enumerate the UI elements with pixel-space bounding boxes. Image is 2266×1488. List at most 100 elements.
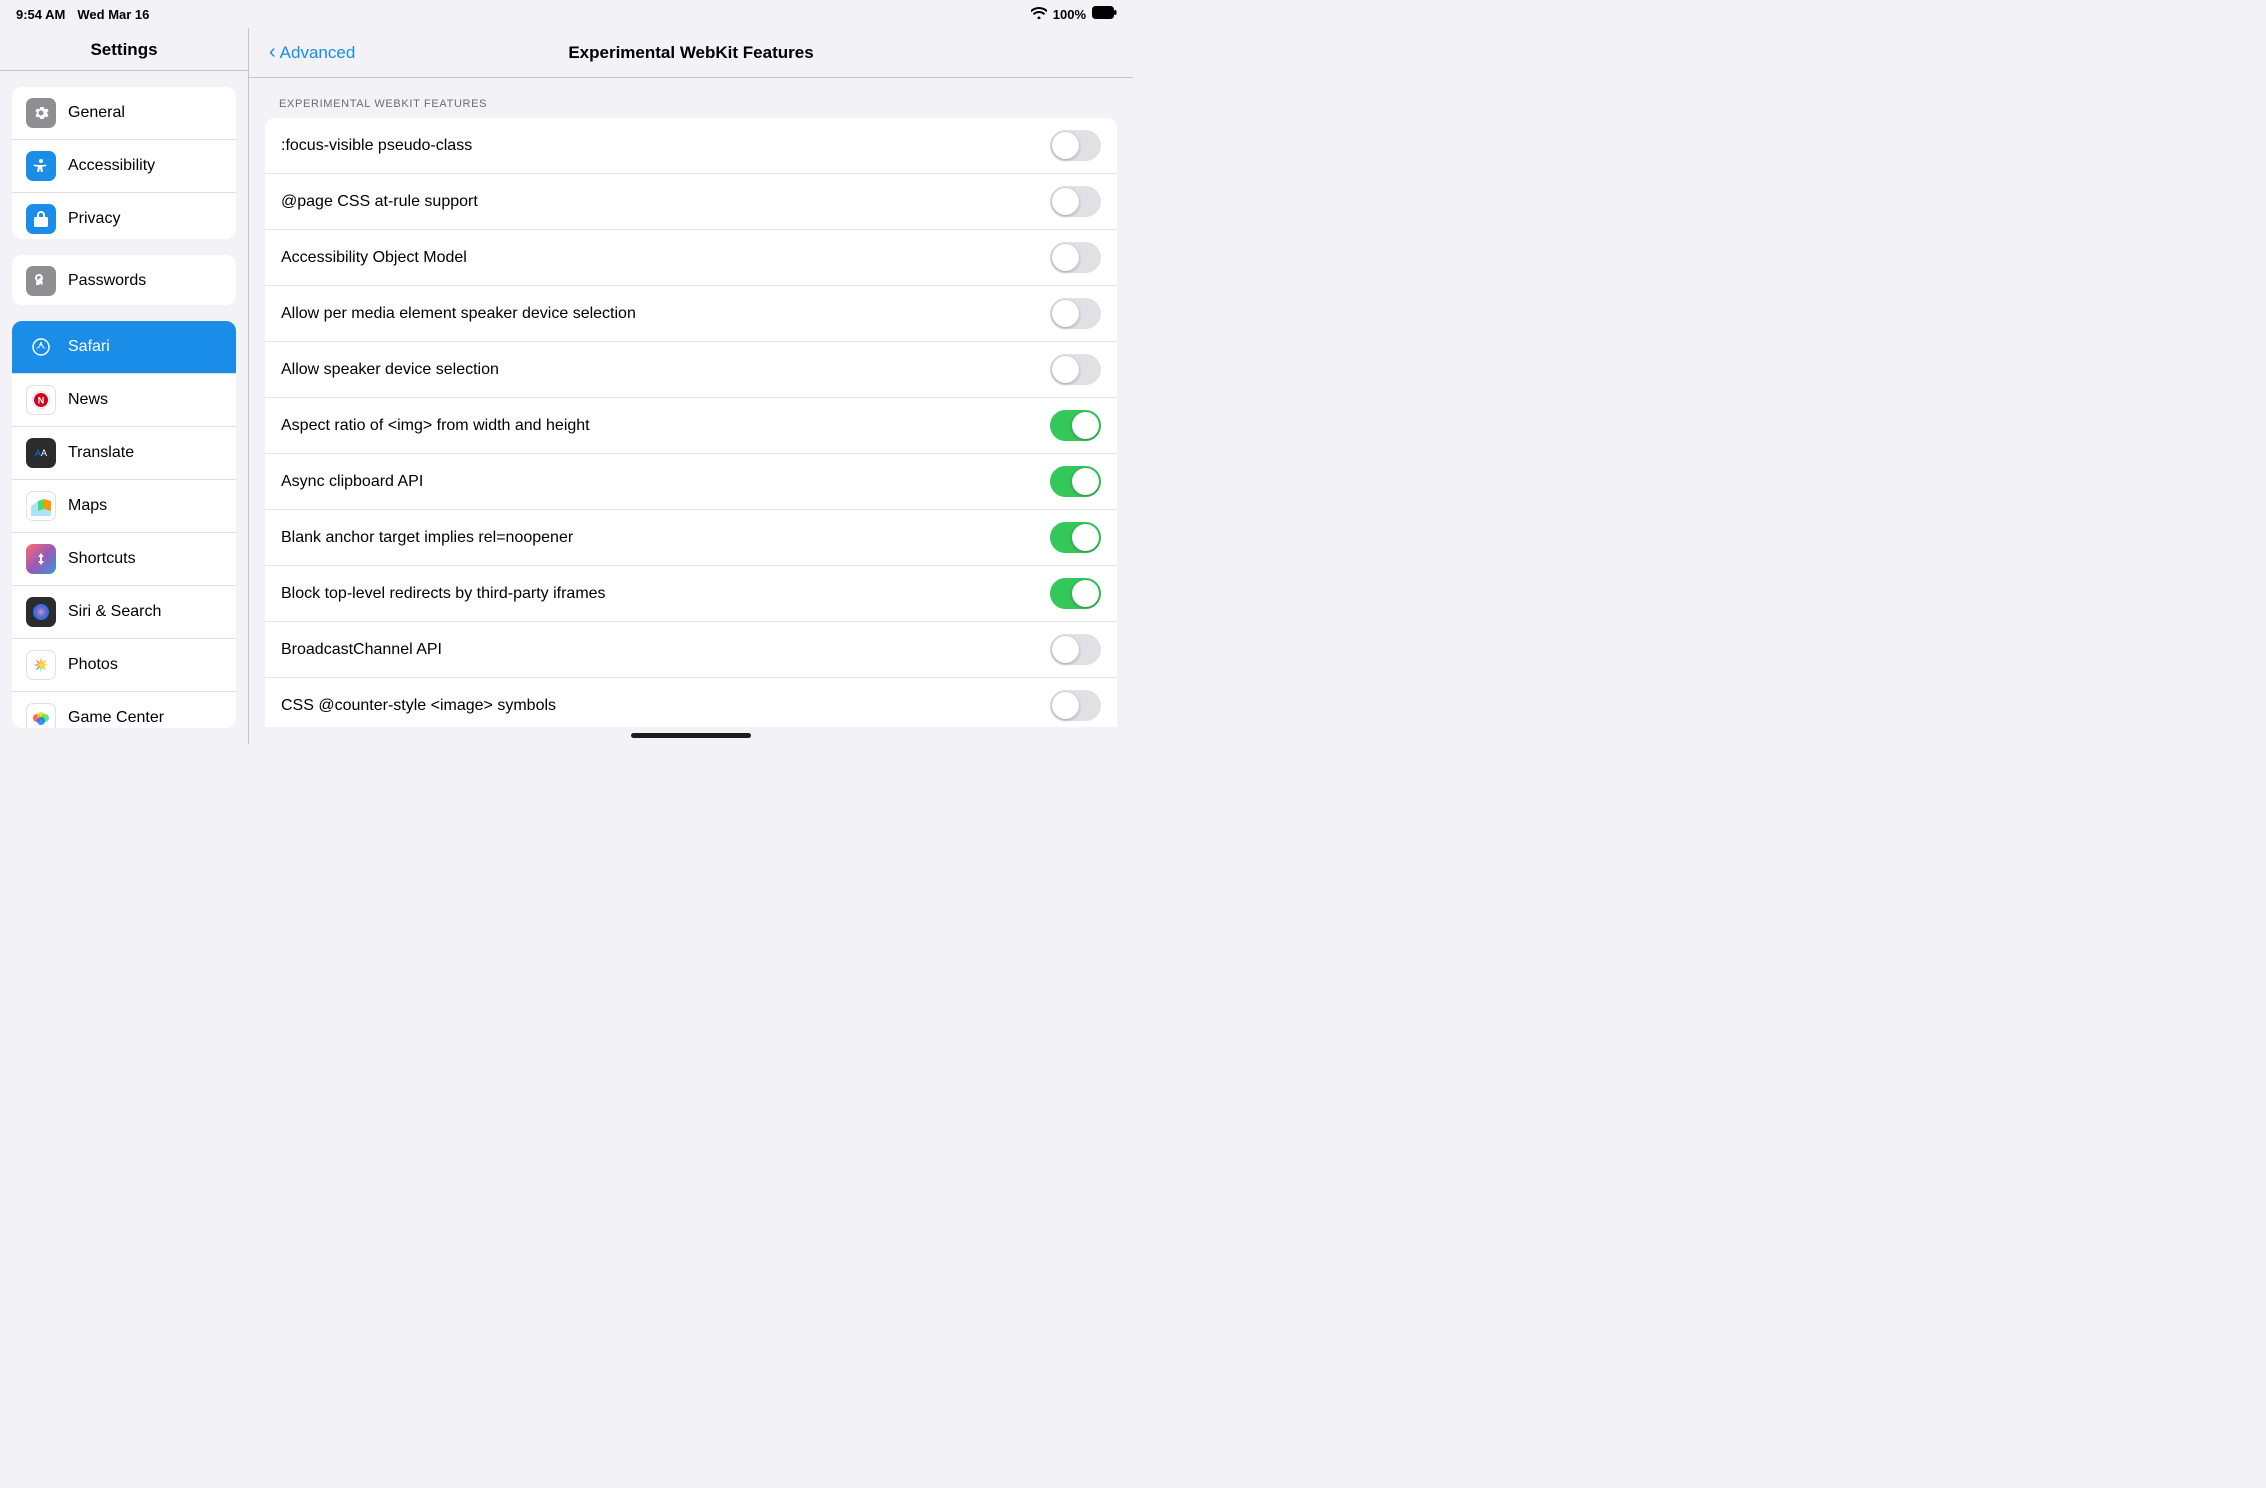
toggle-thumb-aspect-ratio-img	[1072, 412, 1099, 439]
toggle-allow-speaker[interactable]	[1050, 354, 1101, 385]
sidebar-item-shortcuts[interactable]: Shortcuts	[12, 533, 236, 586]
toggle-thumb-block-top-level	[1072, 580, 1099, 607]
sidebar-item-siri[interactable]: Siri & Search	[12, 586, 236, 639]
toggle-css-counter-image[interactable]	[1050, 690, 1101, 721]
photos-label: Photos	[68, 656, 118, 674]
shortcuts-label: Shortcuts	[68, 550, 136, 568]
status-date: Wed Mar 16	[77, 7, 149, 22]
right-content: EXPERIMENTAL WEBKIT FEATURES :focus-visi…	[249, 78, 1133, 727]
sidebar-item-news[interactable]: N News	[12, 374, 236, 427]
general-label: General	[68, 104, 125, 122]
feature-row-css-counter-image: CSS @counter-style <image> symbols	[265, 678, 1117, 727]
feature-label-focus-visible: :focus-visible pseudo-class	[281, 137, 472, 155]
sidebar-item-gamecenter[interactable]: Game Center	[12, 692, 236, 728]
home-indicator	[631, 733, 751, 738]
maps-icon	[26, 491, 56, 521]
feature-row-focus-visible: :focus-visible pseudo-class	[265, 118, 1117, 174]
news-label: News	[68, 391, 108, 409]
sidebar-item-translate[interactable]: A A Translate	[12, 427, 236, 480]
features-group: :focus-visible pseudo-class @page CSS at-…	[265, 118, 1117, 727]
feature-row-block-top-level: Block top-level redirects by third-party…	[265, 566, 1117, 622]
toggle-thumb-async-clipboard	[1072, 468, 1099, 495]
maps-label: Maps	[68, 497, 107, 515]
toggle-focus-visible[interactable]	[1050, 130, 1101, 161]
toggle-blank-anchor[interactable]	[1050, 522, 1101, 553]
passwords-label: Passwords	[68, 272, 146, 290]
photos-icon	[26, 650, 56, 680]
feature-row-broadcast-channel: BroadcastChannel API	[265, 622, 1117, 678]
sidebar-item-accessibility[interactable]: Accessibility	[12, 140, 236, 193]
sidebar-item-photos[interactable]: Photos	[12, 639, 236, 692]
section-header: EXPERIMENTAL WEBKIT FEATURES	[265, 98, 1117, 118]
toggle-page-css[interactable]	[1050, 186, 1101, 217]
translate-label: Translate	[68, 444, 134, 462]
privacy-label: Privacy	[68, 210, 120, 228]
feature-label-block-top-level: Block top-level redirects by third-party…	[281, 585, 606, 603]
privacy-icon	[26, 204, 56, 234]
general-icon	[26, 98, 56, 128]
toggle-async-clipboard[interactable]	[1050, 466, 1101, 497]
translate-icon: A A	[26, 438, 56, 468]
settings-group-1: General Accessibility	[12, 87, 236, 239]
right-panel-title: Experimental WebKit Features	[568, 43, 813, 63]
siri-icon	[26, 597, 56, 627]
battery-icon	[1092, 6, 1117, 22]
left-panel: Settings General	[0, 28, 249, 744]
shortcuts-icon	[26, 544, 56, 574]
back-chevron-icon: ‹	[269, 41, 276, 64]
toggle-accessibility-object-model[interactable]	[1050, 242, 1101, 273]
safari-icon	[26, 332, 56, 362]
toggle-broadcast-channel[interactable]	[1050, 634, 1101, 665]
wifi-icon	[1031, 7, 1047, 22]
passwords-icon	[26, 266, 56, 296]
svg-text:A: A	[41, 448, 47, 458]
feature-label-blank-anchor: Blank anchor target implies rel=noopener	[281, 529, 573, 547]
feature-row-blank-anchor: Blank anchor target implies rel=noopener	[265, 510, 1117, 566]
toggle-allow-per-media[interactable]	[1050, 298, 1101, 329]
sidebar-item-maps[interactable]: Maps	[12, 480, 236, 533]
feature-label-async-clipboard: Async clipboard API	[281, 473, 423, 491]
toggle-thumb-accessibility-object-model	[1052, 244, 1079, 271]
sidebar-item-privacy[interactable]: Privacy	[12, 193, 236, 239]
toggle-thumb-blank-anchor	[1072, 524, 1099, 551]
toggle-thumb-focus-visible	[1052, 132, 1079, 159]
feature-label-accessibility-object-model: Accessibility Object Model	[281, 249, 467, 267]
back-label: Advanced	[280, 43, 356, 63]
toggle-thumb-css-counter-image	[1052, 692, 1079, 719]
sidebar-item-general[interactable]: General	[12, 87, 236, 140]
svg-text:N: N	[38, 396, 45, 406]
settings-list: General Accessibility	[0, 71, 248, 744]
toggle-aspect-ratio-img[interactable]	[1050, 410, 1101, 441]
sidebar-item-safari[interactable]: Safari	[12, 321, 236, 374]
status-time: 9:54 AM	[16, 7, 65, 22]
left-panel-title: Settings	[0, 28, 248, 71]
siri-label: Siri & Search	[68, 603, 161, 621]
main-container: Settings General	[0, 28, 1133, 744]
toggle-thumb-allow-per-media	[1052, 300, 1079, 327]
safari-label: Safari	[68, 338, 110, 356]
settings-group-3: Safari N News A	[12, 321, 236, 728]
right-header: ‹ Advanced Experimental WebKit Features	[249, 28, 1133, 78]
battery-percent: 100%	[1053, 7, 1086, 22]
feature-label-allow-speaker: Allow speaker device selection	[281, 361, 499, 379]
feature-label-css-counter-image: CSS @counter-style <image> symbols	[281, 697, 556, 715]
toggle-thumb-allow-speaker	[1052, 356, 1079, 383]
feature-row-page-css: @page CSS at-rule support	[265, 174, 1117, 230]
feature-row-accessibility-object-model: Accessibility Object Model	[265, 230, 1117, 286]
accessibility-icon	[26, 151, 56, 181]
toggle-block-top-level[interactable]	[1050, 578, 1101, 609]
gamecenter-icon	[26, 703, 56, 728]
sidebar-item-passwords[interactable]: Passwords	[12, 255, 236, 305]
accessibility-label: Accessibility	[68, 157, 155, 175]
right-panel: ‹ Advanced Experimental WebKit Features …	[249, 28, 1133, 744]
feature-row-allow-per-media: Allow per media element speaker device s…	[265, 286, 1117, 342]
back-button[interactable]: ‹ Advanced	[269, 41, 355, 64]
gamecenter-label: Game Center	[68, 709, 164, 727]
toggle-thumb-page-css	[1052, 188, 1079, 215]
news-icon: N	[26, 385, 56, 415]
feature-row-aspect-ratio-img: Aspect ratio of <img> from width and hei…	[265, 398, 1117, 454]
settings-group-2: Passwords	[12, 255, 236, 305]
toggle-thumb-broadcast-channel	[1052, 636, 1079, 663]
feature-label-page-css: @page CSS at-rule support	[281, 193, 478, 211]
status-bar: 9:54 AM Wed Mar 16 100%	[0, 0, 1133, 28]
